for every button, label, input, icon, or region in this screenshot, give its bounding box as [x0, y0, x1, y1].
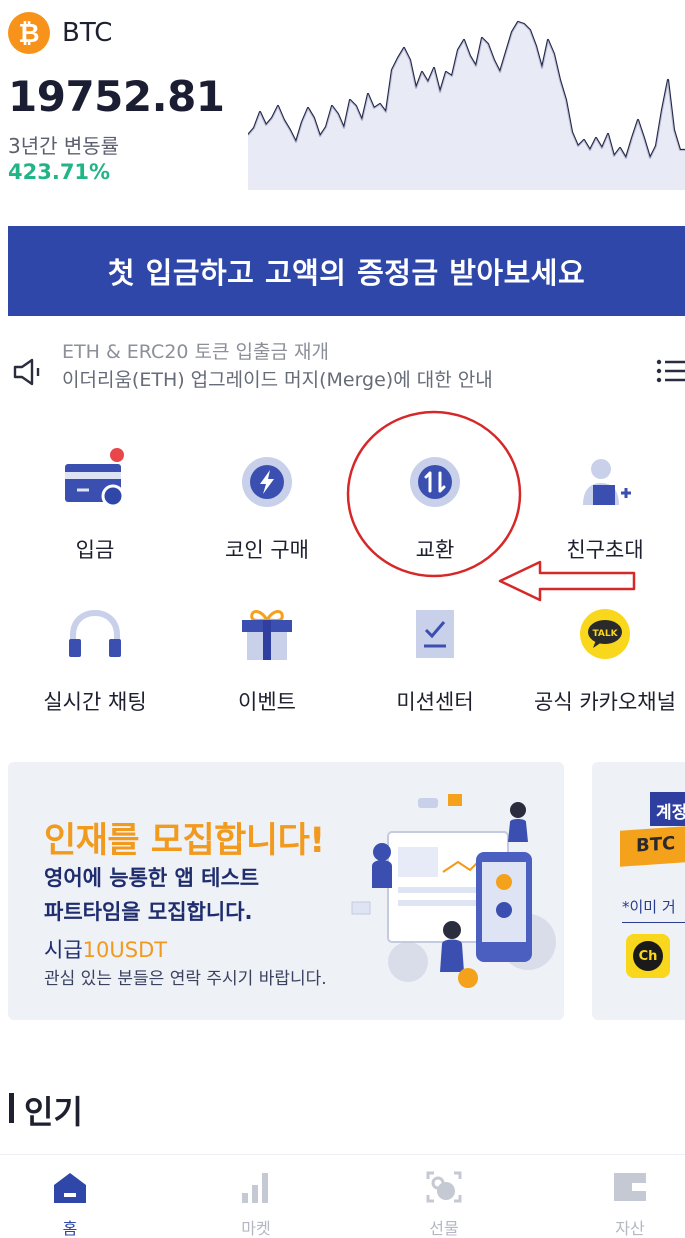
promo-title: 인재를 모집합니다!: [44, 821, 325, 861]
promo2-flag: 계정: [650, 792, 685, 826]
btc-logo-icon: ₿: [8, 12, 50, 54]
kakao-channel-text: Ch: [633, 941, 663, 971]
first-deposit-banner[interactable]: 첫 입금하고 고액의 증정금 받아보세요: [8, 226, 685, 316]
quick-menu-label: 친구초대: [566, 538, 644, 562]
recruitment-illustration: [351, 794, 556, 988]
banner-text: 첫 입금하고 고액의 증정금 받아보세요: [107, 256, 586, 290]
market-bars-icon: [242, 1173, 268, 1203]
promo-line-1: 영어에 능통한 앱 테스트: [44, 866, 260, 890]
change-period-label: 3년간 변동률: [8, 134, 120, 158]
quick-menu-buy-coin[interactable]: 코인 구매: [187, 452, 347, 564]
promo-pay-value: 10USDT: [82, 938, 168, 962]
notification-dot: [110, 448, 124, 462]
annotation-arrow: [498, 560, 636, 602]
quick-menu-label: 미션센터: [396, 690, 474, 714]
price-change-percent: 423.71%: [8, 160, 111, 184]
speaker-icon: [13, 358, 40, 386]
quick-menu-label: 공식 카카오채널: [534, 690, 676, 714]
home-icon: [54, 1173, 86, 1203]
section-title: 인기: [24, 1093, 83, 1131]
nav-market[interactable]: 마켓: [196, 1169, 316, 1238]
ticker-symbol: BTC: [62, 18, 113, 48]
swap-arrows-icon: [400, 452, 470, 512]
kakao-talk-badge-text: TALK: [592, 629, 618, 639]
promo-hourly-pay: 시급10USDT: [44, 934, 167, 964]
price-sparkline: [248, 20, 685, 190]
recruitment-promo-card[interactable]: 인재를 모집합니다! 영어에 능통한 앱 테스트 파트타임을 모집합니다. 시급…: [8, 762, 564, 1020]
signup-promo-card[interactable]: 계정 BTC *이미 거 Ch: [592, 762, 685, 1020]
nav-futures[interactable]: 선물: [384, 1169, 504, 1238]
add-friend-icon: [570, 452, 640, 512]
quick-menu-label: 코인 구매: [225, 538, 309, 562]
headset-icon: [60, 604, 130, 664]
quick-menu-event[interactable]: 이벤트: [187, 604, 347, 716]
ticker-price: 19752.81: [8, 72, 225, 121]
notice-line-current: 이더리움(ETH) 업그레이드 머지(Merge)에 대한 안내: [62, 369, 493, 391]
quick-menu-live-chat[interactable]: 실시간 채팅: [15, 604, 175, 716]
promo-contact-note: 관심 있는 분들은 연락 주시기 바랍니다.: [44, 969, 327, 989]
notice-ticker[interactable]: ETH & ERC20 토큰 입출금 재개 이더리움(ETH) 업그레이드 머지…: [62, 342, 602, 392]
nav-assets[interactable]: 자산: [570, 1169, 685, 1238]
promo2-note: *이미 거: [622, 898, 676, 916]
quick-menu-label: 실시간 채팅: [43, 690, 147, 714]
kakao-talk-icon: TALK: [570, 604, 640, 664]
quick-menu-mission-center[interactable]: 미션센터: [355, 604, 515, 716]
promo2-ribbon: BTC: [620, 825, 685, 867]
nav-label: 선물: [429, 1219, 459, 1238]
quick-menu-label: 이벤트: [238, 690, 296, 714]
quick-menu-deposit[interactable]: 입금: [15, 448, 175, 564]
futures-icon: [426, 1171, 462, 1203]
deposit-card-icon: [60, 448, 130, 512]
checklist-icon: [400, 604, 470, 664]
quick-menu-kakao-channel[interactable]: TALK 공식 카카오채널: [525, 604, 685, 716]
promo-line-2: 파트타임을 모집합니다.: [44, 900, 253, 924]
bottom-navigation: 홈 마켓 선물 자산: [0, 1154, 685, 1238]
lightning-icon: [232, 452, 302, 512]
promo2-divider: [622, 922, 685, 923]
quick-menu-label: 입금: [75, 538, 115, 562]
kakao-channel-icon: Ch: [626, 934, 670, 978]
wallet-icon: [614, 1173, 646, 1201]
notice-line-previous: ETH & ERC20 토큰 입출금 재개: [62, 342, 329, 363]
notice-list-icon[interactable]: [656, 358, 685, 384]
nav-label: 홈: [62, 1219, 78, 1238]
section-title-bar: [9, 1093, 14, 1123]
quick-menu-invite-friend[interactable]: 친구초대: [525, 452, 685, 564]
promo-pay-prefix: 시급: [44, 938, 83, 962]
nav-label: 마켓: [241, 1219, 271, 1238]
quick-menu-exchange[interactable]: 교환: [355, 452, 515, 564]
nav-label: 자산: [615, 1219, 645, 1238]
nav-home[interactable]: 홈: [10, 1169, 130, 1238]
quick-menu-label: 교환: [415, 538, 455, 562]
gift-icon: [232, 604, 302, 664]
